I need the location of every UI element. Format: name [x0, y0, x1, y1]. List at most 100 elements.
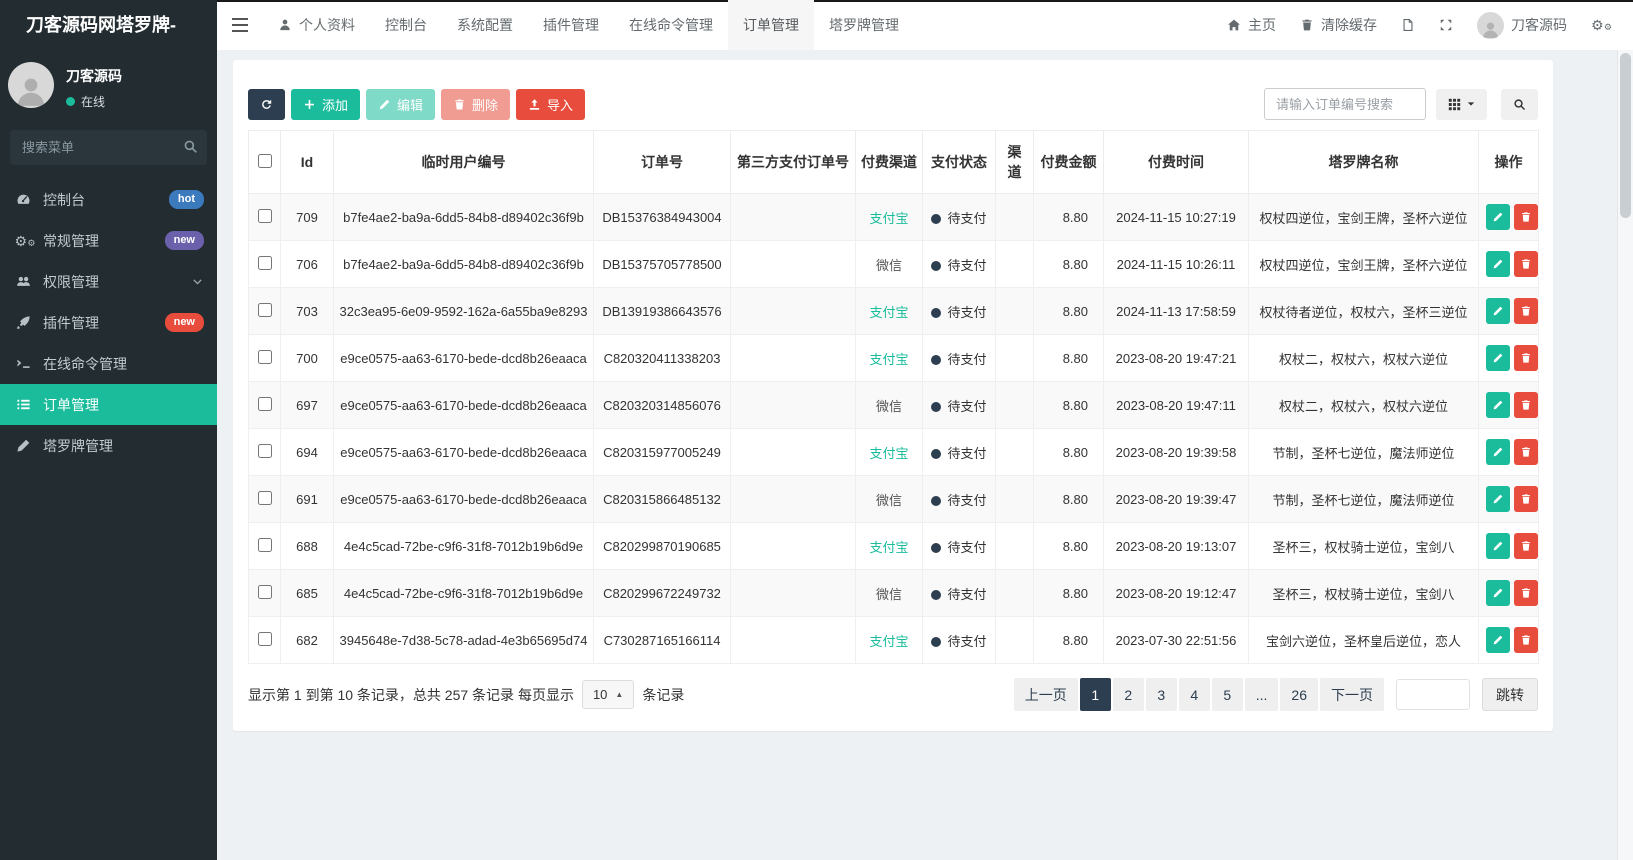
- refresh-button[interactable]: [248, 88, 285, 120]
- topnav-tab-label: 系统配置: [457, 17, 513, 33]
- home-icon: [1227, 18, 1241, 32]
- row-edit-button[interactable]: [1486, 627, 1510, 653]
- row-delete-button[interactable]: [1514, 392, 1538, 418]
- row-delete-button[interactable]: [1514, 486, 1538, 512]
- trash-icon: [1520, 587, 1532, 599]
- hamburger-icon[interactable]: [217, 0, 263, 50]
- topnav-tab-7[interactable]: 塔罗牌管理: [814, 0, 914, 50]
- page-button-1[interactable]: 1: [1079, 678, 1111, 711]
- sidebar-item-4[interactable]: 插件管理 new: [0, 302, 217, 343]
- row-delete-button[interactable]: [1514, 298, 1538, 324]
- sidebar-item-3[interactable]: 权限管理: [0, 261, 217, 302]
- row-edit-button[interactable]: [1486, 251, 1510, 277]
- row-delete-button[interactable]: [1514, 580, 1538, 606]
- select-all-checkbox[interactable]: [257, 153, 272, 168]
- row-edit-button[interactable]: [1486, 533, 1510, 559]
- row-edit-button[interactable]: [1486, 580, 1510, 606]
- row-edit-button[interactable]: [1486, 439, 1510, 465]
- pay-status-label: 待支付: [947, 633, 987, 649]
- pagination-info: 显示第 1 到第 10 条记录，总共 257 条记录 每页显示: [248, 686, 574, 703]
- row-checkbox[interactable]: [257, 208, 272, 223]
- row-edit-button[interactable]: [1486, 345, 1510, 371]
- topnav-tab-6[interactable]: 订单管理: [728, 0, 814, 50]
- order-search-input[interactable]: [1264, 88, 1426, 120]
- row-delete-button[interactable]: [1514, 439, 1538, 465]
- topnav-tab-4[interactable]: 插件管理: [528, 0, 614, 50]
- column-header: 付费金额: [1033, 130, 1104, 194]
- page-button-26[interactable]: 26: [1280, 678, 1318, 711]
- topnav-tab-2[interactable]: 控制台: [370, 0, 442, 50]
- columns-button[interactable]: [1436, 88, 1487, 120]
- orders-card: 添加 编辑 删除 导入 请输入订单编号搜索 Id 临时用户编号 订单号 第三方支…: [233, 60, 1553, 731]
- tarot-names: 节制，圣杯七逆位，魔法师逆位: [1248, 475, 1479, 523]
- row-edit-button[interactable]: [1486, 298, 1510, 324]
- home-link[interactable]: 主页: [1215, 0, 1288, 50]
- row-checkbox[interactable]: [257, 255, 272, 270]
- status-dot-icon: [931, 542, 942, 553]
- document-button[interactable]: [1389, 0, 1427, 50]
- topnav-tab-3[interactable]: 系统配置: [442, 0, 528, 50]
- page-button-4[interactable]: 4: [1178, 678, 1210, 711]
- row-delete-button[interactable]: [1514, 251, 1538, 277]
- sidebar-item-6[interactable]: 订单管理: [0, 384, 217, 425]
- sidebar-item-2[interactable]: ⚙ ⚙ 常规管理 new: [0, 220, 217, 261]
- row-checkbox[interactable]: [257, 302, 272, 317]
- add-button[interactable]: 添加: [291, 88, 361, 120]
- toolbar: 添加 编辑 删除 导入: [248, 88, 1538, 120]
- settings-button[interactable]: ⚙ ⚙: [1579, 0, 1621, 50]
- clear-cache-link[interactable]: 清除缓存: [1288, 0, 1389, 50]
- user-menu[interactable]: 刀客源码: [1465, 0, 1579, 50]
- scrollbar[interactable]: [1617, 50, 1633, 860]
- row-delete-button[interactable]: [1514, 627, 1538, 653]
- row-checkbox[interactable]: [257, 490, 272, 505]
- sidebar-item-5[interactable]: 在线命令管理: [0, 343, 217, 384]
- pay-status: 待支付: [922, 475, 996, 523]
- topnav-tab-5[interactable]: 在线命令管理: [614, 0, 728, 50]
- per-page-select[interactable]: 10 ▲: [581, 680, 635, 709]
- sidebar-search-input[interactable]: [10, 130, 207, 165]
- row-checkbox[interactable]: [257, 584, 272, 599]
- jump-button[interactable]: 跳转: [1482, 678, 1538, 711]
- row-edit-button[interactable]: [1486, 204, 1510, 230]
- jump-page-input[interactable]: [1396, 679, 1470, 710]
- table-row: 688 4e4c5cad-72be-c9f6-31f8-7012b19b6d9e C…: [248, 522, 1539, 570]
- sidebar-item-1[interactable]: 控制台 hot: [0, 179, 217, 220]
- pay-status: 待支付: [922, 381, 996, 429]
- page-button-2[interactable]: 2: [1112, 678, 1144, 711]
- row-edit-button[interactable]: [1486, 486, 1510, 512]
- order-no: DB15376384943004: [593, 193, 731, 241]
- row-select-cell: [248, 193, 281, 241]
- page-button-3[interactable]: 3: [1145, 678, 1177, 711]
- next-page-button[interactable]: 下一页: [1320, 678, 1384, 711]
- delete-button[interactable]: 删除: [441, 88, 511, 120]
- row-checkbox[interactable]: [257, 396, 272, 411]
- row-checkbox[interactable]: [257, 537, 272, 552]
- row-edit-button[interactable]: [1486, 392, 1510, 418]
- pay-status: 待支付: [922, 334, 996, 382]
- sidebar-item-7[interactable]: 塔罗牌管理: [0, 425, 217, 466]
- row-delete-button[interactable]: [1514, 345, 1538, 371]
- prev-page-button[interactable]: 上一页: [1013, 678, 1078, 711]
- topnav-tab-label: 控制台: [385, 17, 427, 33]
- page-button-5[interactable]: 5: [1211, 678, 1243, 711]
- row-checkbox[interactable]: [257, 631, 272, 646]
- row-delete-button[interactable]: [1514, 204, 1538, 230]
- scrollbar-thumb[interactable]: [1620, 53, 1631, 218]
- row-delete-button[interactable]: [1514, 533, 1538, 559]
- page-ellipsis[interactable]: ...: [1244, 678, 1279, 711]
- row-checkbox[interactable]: [257, 443, 272, 458]
- pay-status: 待支付: [922, 240, 996, 288]
- channel: [995, 381, 1034, 429]
- search-group: [1264, 88, 1538, 120]
- fullscreen-button[interactable]: [1427, 0, 1465, 50]
- edit-button[interactable]: 编辑: [366, 88, 436, 120]
- third-party-order-no: [730, 522, 856, 570]
- topnav-tab-1[interactable]: 个人资料: [263, 0, 370, 50]
- row-checkbox[interactable]: [257, 349, 272, 364]
- pay-channel-label: 支付宝: [869, 304, 909, 320]
- pay-time: 2023-08-20 19:39:47: [1103, 475, 1249, 523]
- search-icon[interactable]: [183, 139, 198, 154]
- import-button[interactable]: 导入: [516, 88, 586, 120]
- pay-channel: 支付宝: [855, 193, 923, 241]
- search-button[interactable]: [1501, 88, 1538, 120]
